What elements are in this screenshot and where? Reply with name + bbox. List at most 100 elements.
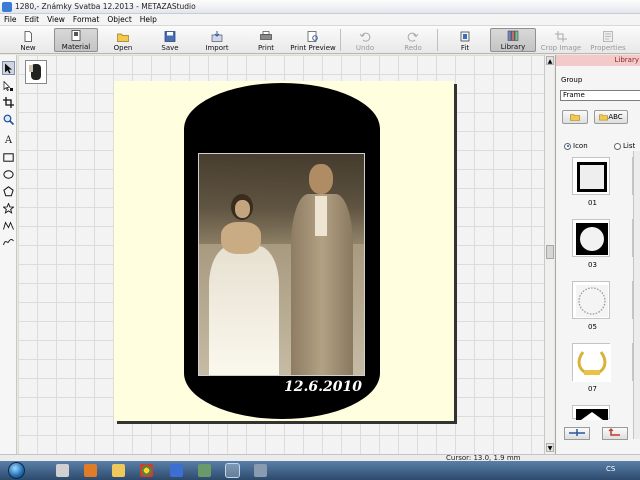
ellipse-icon xyxy=(3,169,14,179)
tool-crop[interactable] xyxy=(2,95,15,109)
arched-frame-shape[interactable]: 12.6.2010 xyxy=(184,83,380,419)
os-taskbar: CS xyxy=(0,461,640,480)
page-thumbnail[interactable] xyxy=(25,60,47,84)
title-bar: 1280,- Známky Svatba 12.2013 - METAZAStu… xyxy=(0,0,640,14)
new-button[interactable]: New xyxy=(14,28,42,52)
save-label: Save xyxy=(161,44,179,52)
text-icon: A xyxy=(4,134,13,146)
chrome-icon[interactable] xyxy=(140,464,153,477)
bride-shoulders xyxy=(221,222,261,254)
keyboard-language-indicator[interactable]: CS xyxy=(606,465,615,473)
replace-item-button[interactable] xyxy=(602,427,628,440)
view-list-label: List xyxy=(623,142,636,150)
library-scrollbar[interactable] xyxy=(633,151,640,439)
crop-image-label: Crop Image xyxy=(540,44,582,52)
fit-button[interactable]: Fit xyxy=(454,28,476,52)
app-window-icon[interactable] xyxy=(254,464,267,477)
tool-select[interactable] xyxy=(2,61,15,75)
open-folder-icon xyxy=(570,114,580,121)
app-window-icon[interactable] xyxy=(170,464,183,477)
menu-bar: File Edit View Format Object Help xyxy=(0,14,640,26)
library-item-corner-frame[interactable] xyxy=(572,405,610,420)
view-icon-radio[interactable]: Icon xyxy=(564,142,588,150)
tool-curve[interactable] xyxy=(2,235,15,249)
menu-file[interactable]: File xyxy=(0,15,21,24)
view-list-radio[interactable]: List xyxy=(614,142,635,150)
group-label: Group xyxy=(561,76,583,84)
tool-node-select[interactable] xyxy=(2,79,15,93)
laurel-wreath-icon xyxy=(573,344,611,382)
tool-ellipse[interactable] xyxy=(2,167,15,181)
crop-image-button[interactable]: Crop Image xyxy=(540,28,582,52)
undo-button[interactable]: Undo xyxy=(354,28,376,52)
tool-polyline[interactable] xyxy=(2,218,15,232)
bride-face xyxy=(235,200,250,218)
view-icon-label: Icon xyxy=(573,142,588,150)
scroll-up-arrow-icon[interactable]: ▲ xyxy=(546,56,554,65)
menu-format[interactable]: Format xyxy=(69,15,103,24)
design-canvas[interactable]: 12.6.2010 xyxy=(18,55,544,454)
zoom-icon xyxy=(3,114,14,125)
insert-item-button[interactable] xyxy=(564,427,590,440)
undo-label: Undo xyxy=(355,44,375,52)
printer-icon xyxy=(260,31,272,40)
scroll-down-arrow-icon[interactable]: ▼ xyxy=(546,443,554,452)
metazastudio-taskbar-icon[interactable] xyxy=(225,463,240,478)
thumbnail-photo xyxy=(29,65,33,72)
menu-object[interactable]: Object xyxy=(103,15,135,24)
import-button[interactable]: Import xyxy=(203,28,231,52)
abc-button-label: ABC xyxy=(608,113,623,121)
app-window-icon[interactable] xyxy=(198,464,211,477)
tool-pentagon[interactable] xyxy=(2,184,15,198)
library-button[interactable]: Library xyxy=(490,28,536,52)
library-item-dotted-circle-frame[interactable] xyxy=(572,281,610,319)
library-item-label: 07 xyxy=(588,385,597,393)
fit-label: Fit xyxy=(460,44,470,52)
save-button[interactable]: Save xyxy=(158,28,182,52)
rectangle-icon xyxy=(3,152,14,162)
group-select[interactable]: Frame xyxy=(560,90,640,101)
replace-arrow-icon xyxy=(608,428,620,436)
library-item-square-frame[interactable] xyxy=(572,157,610,195)
redo-label: Redo xyxy=(404,44,422,52)
print-preview-button[interactable]: Print Preview xyxy=(290,28,336,52)
radio-unselected-icon xyxy=(614,142,621,150)
media-player-icon[interactable] xyxy=(56,464,69,477)
app-icon xyxy=(2,1,12,12)
redo-button[interactable]: Redo xyxy=(402,28,424,52)
properties-button[interactable]: Properties xyxy=(588,28,628,52)
tool-zoom[interactable] xyxy=(2,112,15,126)
firefox-icon[interactable] xyxy=(84,464,97,477)
properties-label: Properties xyxy=(590,44,626,52)
toolbar-separator xyxy=(340,29,341,51)
tool-rectangle[interactable] xyxy=(2,150,15,164)
groom-shirt xyxy=(315,196,327,236)
start-button[interactable] xyxy=(8,462,25,479)
bride-dress xyxy=(209,246,279,375)
menu-help[interactable]: Help xyxy=(136,15,161,24)
photo-groom xyxy=(289,164,357,375)
explorer-folder-icon[interactable] xyxy=(112,464,125,477)
print-button[interactable]: Print xyxy=(254,28,278,52)
photo-bride xyxy=(209,194,279,375)
new-label: New xyxy=(20,44,36,52)
material-button[interactable]: Material xyxy=(54,28,98,52)
tool-star[interactable] xyxy=(2,201,15,215)
tool-text[interactable]: A xyxy=(2,133,15,147)
import-icon xyxy=(211,31,223,42)
menu-view[interactable]: View xyxy=(43,15,69,24)
design-page[interactable]: 12.6.2010 xyxy=(114,81,454,421)
open-button[interactable]: Open xyxy=(110,28,136,52)
insert-icon xyxy=(569,429,585,436)
wedding-photo[interactable] xyxy=(198,153,365,376)
library-item-circle-frame[interactable] xyxy=(572,219,610,257)
menu-edit[interactable]: Edit xyxy=(21,15,44,24)
abc-text-button[interactable]: ABC xyxy=(594,110,628,124)
library-item-laurel-frame[interactable] xyxy=(572,343,611,382)
scrollbar-thumb[interactable] xyxy=(546,245,554,259)
crop-image-icon xyxy=(555,31,567,42)
canvas-vertical-scrollbar[interactable]: ▲ ▼ xyxy=(544,55,554,454)
date-text[interactable]: 12.6.2010 xyxy=(284,379,362,395)
corner-frame-icon xyxy=(576,409,608,420)
open-folder-button[interactable] xyxy=(562,110,588,124)
